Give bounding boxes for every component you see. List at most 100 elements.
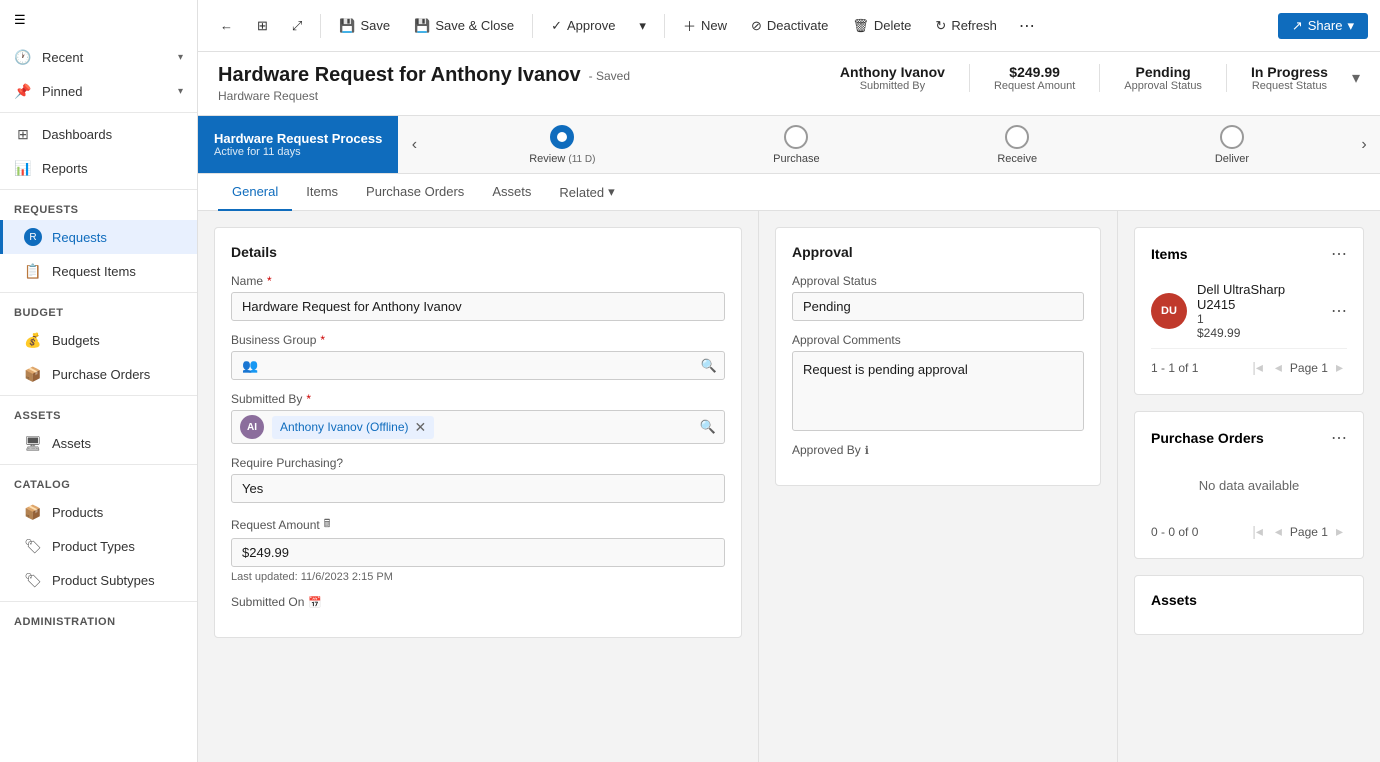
share-dropdown-icon: ▾ — [1347, 18, 1354, 34]
items-card: Items ⋯ DU Dell UltraSharp U2415 1 $249.… — [1134, 227, 1364, 395]
process-step-receive[interactable]: Receive — [997, 125, 1037, 165]
product-types-label: Product Types — [52, 539, 135, 554]
process-step-review[interactable]: Review (11 D) — [529, 125, 595, 165]
page-first-button[interactable]: |◂ — [1248, 357, 1267, 378]
step-label-receive: Receive — [997, 153, 1037, 165]
expand-status-button[interactable]: ▾ — [1352, 68, 1360, 88]
approval-status-value: Pending — [1124, 64, 1202, 80]
more-options-button[interactable]: ⋯ — [1011, 11, 1043, 41]
item-more-button[interactable]: ⋯ — [1331, 301, 1347, 321]
save-button[interactable]: 💾 Save — [329, 13, 400, 39]
approved-by-label: Approved By ℹ — [792, 443, 1084, 457]
tab-purchase-orders[interactable]: Purchase Orders — [352, 174, 478, 211]
tab-items[interactable]: Items — [292, 174, 352, 211]
tab-general[interactable]: General — [218, 174, 292, 211]
deactivate-button[interactable]: ⊘ Deactivate — [741, 13, 838, 39]
approval-status-label: Approval Status — [792, 274, 1084, 288]
purchase-orders-more-button[interactable]: ⋯ — [1331, 428, 1347, 448]
details-card: Details Name * Business Group * — [214, 227, 742, 638]
main-content: ← ⊞ ⤢ 💾 Save 💾 Save & Close ✓ Approve ▾ … — [198, 0, 1380, 762]
sidebar-item-pinned[interactable]: 📌 Pinned ▾ — [0, 74, 197, 108]
back-icon: ← — [220, 18, 233, 33]
no-data-label: No data available — [1151, 458, 1347, 513]
sidebar-item-product-subtypes[interactable]: 🏷 Product Subtypes — [0, 563, 197, 597]
sidebar-recent-label: Recent — [42, 50, 168, 65]
record-subtitle: Hardware Request — [218, 89, 820, 103]
save-close-icon: 💾 — [414, 18, 430, 34]
process-prev-button[interactable]: ‹ — [398, 116, 430, 173]
page-first-button[interactable]: |◂ — [1248, 521, 1267, 542]
sidebar-divider — [0, 292, 197, 293]
sidebar-item-budgets[interactable]: 💰 Budgets — [0, 323, 197, 357]
save-close-button[interactable]: 💾 Save & Close — [404, 13, 524, 39]
toolbar-separator — [664, 14, 665, 38]
refresh-button[interactable]: ↻ Refresh — [925, 13, 1006, 39]
page-next-button[interactable]: ▸ — [1332, 357, 1347, 378]
products-label: Products — [52, 505, 103, 520]
sidebar-item-products[interactable]: 📦 Products — [0, 495, 197, 529]
sidebar: ☰ 🕐 Recent ▾ 📌 Pinned ▾ ⊞ Dashboards 📊 R… — [0, 0, 198, 762]
sidebar-item-requests[interactable]: R Requests — [0, 220, 197, 254]
tab-related[interactable]: Related ▾ — [545, 174, 628, 210]
reports-icon: 📊 — [14, 159, 32, 177]
sidebar-menu-toggle[interactable]: ☰ — [0, 0, 197, 40]
items-more-button[interactable]: ⋯ — [1331, 244, 1347, 264]
business-group-input[interactable] — [231, 351, 725, 380]
products-icon: 📦 — [24, 503, 42, 521]
dashboards-icon: ⊞ — [14, 125, 32, 143]
grid-view-button[interactable]: ⊞ — [247, 13, 278, 39]
back-button[interactable]: ← — [210, 13, 243, 38]
purchase-orders-pagination: 0 - 0 of 0 |◂ ◂ Page 1 ▸ — [1151, 521, 1347, 542]
process-next-button[interactable]: › — [1348, 116, 1380, 173]
remove-submitted-by-button[interactable]: ✕ — [415, 419, 427, 436]
request-amount-input[interactable] — [231, 538, 725, 567]
save-icon: 💾 — [339, 18, 355, 34]
page-label: Page 1 — [1290, 361, 1328, 375]
page-prev-button[interactable]: ◂ — [1271, 521, 1286, 542]
step-circle-purchase — [784, 125, 808, 149]
approval-card: Approval Approval Status Pending Approva… — [775, 227, 1101, 486]
deactivate-icon: ⊘ — [751, 18, 762, 34]
approval-comments-field[interactable]: Request is pending approval — [792, 351, 1084, 431]
required-star: * — [267, 274, 272, 288]
delete-button[interactable]: 🗑 Delete — [842, 13, 921, 39]
process-active-title: Hardware Request Process — [214, 131, 382, 146]
request-status-meta: In Progress Request Status — [1251, 64, 1328, 92]
tab-assets[interactable]: Assets — [478, 174, 545, 211]
meta-divider — [1099, 64, 1100, 92]
assets-label: Assets — [52, 436, 91, 451]
submitted-by-field-row: Submitted By * AI Anthony Ivanov (Offlin… — [231, 392, 725, 444]
share-button[interactable]: ↗ Share ▾ — [1278, 13, 1368, 39]
search-icon[interactable]: 🔍 — [701, 358, 717, 374]
page-next-button[interactable]: ▸ — [1332, 521, 1347, 542]
approval-comments-label: Approval Comments — [792, 333, 1084, 347]
sidebar-divider — [0, 601, 197, 602]
hamburger-icon: ☰ — [14, 12, 26, 28]
details-section-title: Details — [231, 244, 725, 260]
process-step-purchase[interactable]: Purchase — [773, 125, 819, 165]
name-input[interactable] — [231, 292, 725, 321]
sidebar-item-product-types[interactable]: 🏷 Product Types — [0, 529, 197, 563]
saved-badge: - Saved — [589, 69, 630, 83]
approve-dropdown-button[interactable]: ▾ — [629, 13, 656, 39]
sidebar-dashboards-label: Dashboards — [42, 127, 183, 142]
process-steps: Review (11 D) Purchase Receive Deliver — [430, 116, 1348, 173]
refresh-icon: ↻ — [935, 18, 946, 34]
sidebar-item-dashboards[interactable]: ⊞ Dashboards — [0, 117, 197, 151]
search-icon[interactable]: 🔍 — [700, 419, 716, 435]
submitted-by-tag: Anthony Ivanov (Offline) ✕ — [272, 416, 434, 439]
expand-button[interactable]: ⤢ — [282, 13, 312, 39]
page-prev-button[interactable]: ◂ — [1271, 357, 1286, 378]
sidebar-item-assets[interactable]: 🖥 Assets — [0, 426, 197, 460]
sidebar-item-reports[interactable]: 📊 Reports — [0, 151, 197, 185]
new-button[interactable]: ＋ New — [673, 11, 737, 40]
chevron-down-icon: ▾ — [178, 52, 183, 63]
sidebar-item-recent[interactable]: 🕐 Recent ▾ — [0, 40, 197, 74]
approval-status-label: Approval Status — [1124, 80, 1202, 92]
sidebar-item-purchase-orders[interactable]: 📦 Purchase Orders — [0, 357, 197, 391]
last-updated-meta: Last updated: 11/6/2023 2:15 PM — [231, 571, 725, 583]
sidebar-item-request-items[interactable]: 📋 Request Items — [0, 254, 197, 288]
process-step-deliver[interactable]: Deliver — [1215, 125, 1249, 165]
approve-button[interactable]: ✓ Approve — [541, 13, 625, 39]
calculator-icon: 🖩 — [324, 515, 331, 534]
